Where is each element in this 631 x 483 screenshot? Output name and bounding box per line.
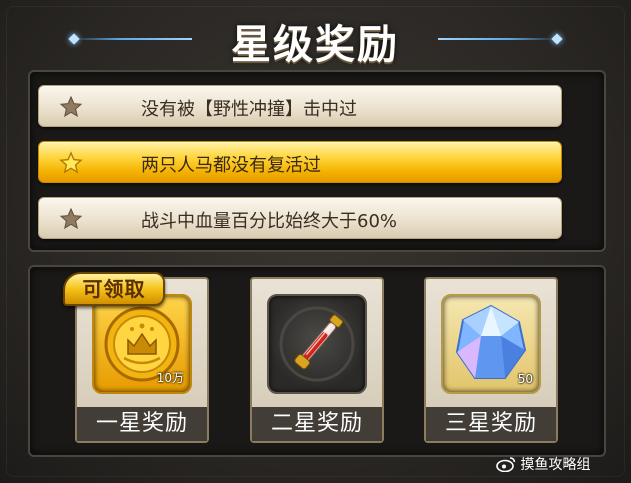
- claimable-badge[interactable]: 可领取: [63, 272, 165, 306]
- reward-label: 一星奖励: [77, 407, 207, 441]
- condition-text: 两只人马都没有复活过: [141, 155, 321, 176]
- condition-text: 没有被【野性冲撞】击中过: [141, 99, 357, 120]
- reward-label: 二星奖励: [252, 407, 382, 441]
- condition-row-1: 没有被【野性冲撞】击中过: [38, 85, 562, 127]
- condition-row-3: 战斗中血量百分比始终大于60%: [38, 197, 562, 239]
- star-empty-icon: [59, 207, 83, 230]
- condition-row-2: 两只人马都没有复活过: [38, 141, 562, 183]
- star-filled-icon: [59, 151, 83, 174]
- star-empty-icon: [59, 95, 83, 118]
- reward-label: 三星奖励: [426, 407, 556, 441]
- reward-slot: 50: [441, 294, 541, 394]
- reward-card-three-star[interactable]: 50 三星奖励: [424, 277, 558, 443]
- watermark: 摸鱼攻略组: [496, 454, 626, 478]
- reward-card-two-star[interactable]: 二星奖励: [250, 277, 384, 443]
- title-divider-left: [72, 38, 192, 40]
- reward-quantity: 10万: [156, 371, 184, 385]
- reward-slot: 10万: [92, 294, 192, 394]
- weibo-logo-icon: [496, 457, 516, 472]
- red-potion-vial-icon: [279, 306, 355, 382]
- reward-quantity: 50: [517, 372, 533, 386]
- reward-slot: [267, 294, 367, 394]
- title-bar: 星级奖励: [0, 8, 631, 68]
- condition-text: 战斗中血量百分比始终大于60%: [141, 211, 398, 232]
- watermark-text: 摸鱼攻略组: [520, 457, 591, 473]
- title-divider-right: [438, 38, 558, 40]
- panel-title: 星级奖励: [231, 22, 399, 68]
- title-divider-right-dot: [551, 33, 563, 45]
- title-divider-left-dot: [68, 33, 80, 45]
- star-reward-panel: 星级奖励 没有被【野性冲撞】击中过 两只人马都没有复活过 战斗中血量百分比始终大…: [0, 0, 631, 483]
